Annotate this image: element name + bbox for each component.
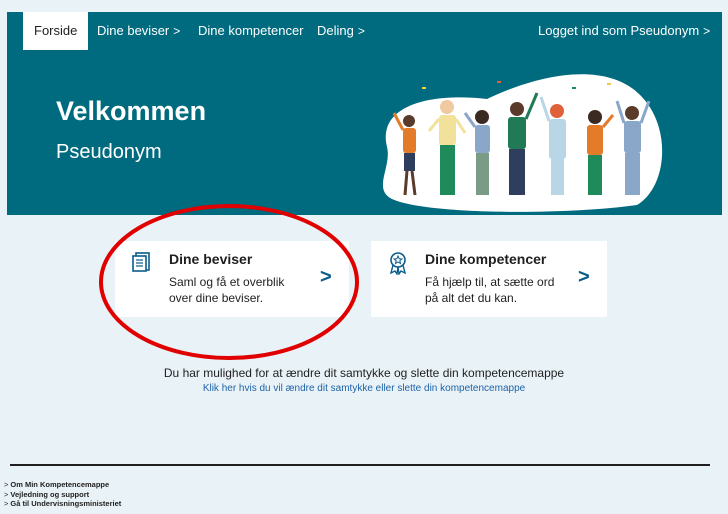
card-dine-kompetencer[interactable]: Dine kompetencer Få hjælp til, at sætte …: [371, 241, 607, 317]
chevron-right-icon: >: [578, 266, 590, 288]
footer-link-vejledning[interactable]: > Vejledning og support: [4, 490, 121, 500]
nav-item-dine-beviser[interactable]: Dine beviser >: [97, 12, 180, 50]
top-nav: Forside Dine beviser > Dine kompetencer D…: [7, 12, 722, 50]
footer-link-label: Gå til Undervisningsministeriet: [10, 499, 122, 508]
award-ribbon-icon: [389, 252, 407, 275]
chevron-right-icon: >: [4, 489, 9, 499]
nav-item-label: Deling: [317, 23, 354, 38]
card-title: Dine kompetencer: [425, 251, 547, 267]
nav-item-forside[interactable]: Forside: [23, 12, 89, 50]
nav-item-label: Dine kompetencer: [198, 23, 304, 38]
celebrating-people-illustration: [382, 74, 663, 212]
hero-banner: Forside Dine beviser > Dine kompetencer D…: [7, 12, 722, 215]
chevron-right-icon: >: [4, 499, 9, 508]
chevron-right-icon: >: [357, 24, 365, 38]
consent-info-text: Du har mulighed for at ændre dit samtykk…: [163, 366, 565, 380]
footer-link-label: Om Min Kompetencemappe: [10, 480, 110, 489]
red-annotation-ellipse: [99, 204, 359, 360]
nav-item-deling[interactable]: Deling >: [317, 12, 365, 50]
login-label: Logget ind som Pseudonym: [538, 23, 700, 38]
footer-link-ministeriet[interactable]: > Gå til Undervisningsministeriet: [4, 499, 121, 509]
footer-links: > Om Min Kompetencemappe > Vejledning og s…: [4, 480, 121, 509]
footer-link-om[interactable]: > Om Min Kompetencemappe: [4, 480, 121, 490]
nav-item-label: Dine beviser: [97, 23, 170, 38]
chevron-right-icon: >: [703, 24, 711, 38]
user-pseudonym: Pseudonym: [56, 141, 162, 163]
card-description: Få hjælp til, at sætte ord på alt det du…: [425, 275, 555, 305]
nav-item-dine-kompetencer[interactable]: Dine kompetencer: [198, 12, 304, 50]
chevron-right-icon: >: [173, 24, 181, 38]
login-status-link[interactable]: Logget ind som Pseudonym >: [538, 12, 710, 50]
footer-link-label: Vejledning og support: [10, 489, 90, 499]
footer-divider: [10, 464, 710, 466]
chevron-right-icon: >: [4, 480, 9, 489]
nav-item-label: Forside: [34, 23, 78, 38]
consent-change-link[interactable]: Klik her hvis du vil ændre dit samtykke …: [0, 383, 728, 394]
page-title: Velkommen: [56, 96, 207, 126]
